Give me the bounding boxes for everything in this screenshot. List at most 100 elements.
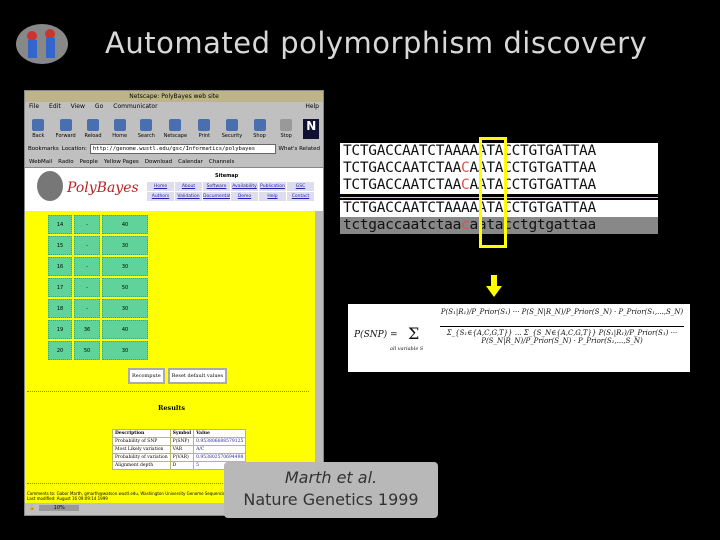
parameter-row: 19 36 40 xyxy=(48,320,148,339)
dropdown-b[interactable]: 40 xyxy=(102,215,148,234)
home-button[interactable]: Home xyxy=(110,119,129,139)
reset-defaults-button[interactable]: Reset default values xyxy=(167,368,228,384)
bookmarks-button[interactable]: Bookmarks xyxy=(28,146,59,152)
table-row: Probability of variation P(VAR) 0.95380257… xyxy=(112,453,247,462)
table-row: Probability of SNP P(SNP) 0.95380668857912… xyxy=(112,437,247,446)
print-button[interactable]: Print xyxy=(195,119,214,139)
menu-help[interactable]: Help xyxy=(305,102,323,112)
nav-validation[interactable]: Validation xyxy=(175,192,202,201)
personal-people[interactable]: People xyxy=(80,159,98,165)
dropdown-b[interactable]: 30 xyxy=(102,299,148,318)
nav-contact[interactable]: Contact xyxy=(287,192,314,201)
reload-label: Reload xyxy=(84,133,102,139)
whats-related-button[interactable]: What's Related xyxy=(279,146,320,152)
personal-yellow-pages[interactable]: Yellow Pages xyxy=(104,159,139,165)
parameter-row: 17-50 xyxy=(48,278,148,297)
menu-edit[interactable]: Edit xyxy=(49,102,61,112)
dropdown-a[interactable]: - xyxy=(74,278,100,297)
nav-software[interactable]: Software xyxy=(203,182,230,191)
table-cell: Most Likely variation xyxy=(112,445,171,454)
personal-webmail[interactable]: WebMail xyxy=(29,159,52,165)
netscape-icon xyxy=(169,119,182,131)
nav-availability[interactable]: Availability xyxy=(231,182,258,191)
dropdown-b[interactable]: 50 xyxy=(102,278,148,297)
nav-gsc-contacts[interactable]: GSC Contacts xyxy=(287,182,314,191)
table-cell: Probability of SNP xyxy=(112,437,171,446)
print-icon xyxy=(198,119,211,131)
personal-channels[interactable]: Channels xyxy=(209,159,234,165)
formula-denominator: Σ_{S₁∈{A,C,G,T}} ... Σ_{S_N∈{A,C,G,T}} P… xyxy=(446,329,678,345)
seq-pre: TCTGACCAATCTAA xyxy=(343,177,462,193)
search-button[interactable]: Search xyxy=(137,119,156,139)
nav-toolbar: Back Forward Reload Home Search Netscape… xyxy=(25,112,323,142)
url-input[interactable]: http://genome.wustl.edu/gsc/Informatics/… xyxy=(89,144,276,154)
personal-toolbar: WebMail Radio People Yellow Pages Downlo… xyxy=(25,156,323,168)
home-icon xyxy=(113,119,126,131)
citation-note: Marth et al. Nature Genetics 1999 xyxy=(224,462,438,518)
dropdown-b[interactable]: 30 xyxy=(102,257,148,276)
row-number: 17 xyxy=(48,278,72,297)
shop-button[interactable]: Shop xyxy=(250,119,269,139)
reload-icon xyxy=(87,119,100,131)
table-cell: Description xyxy=(112,429,171,438)
nav-home[interactable]: Home xyxy=(147,182,174,191)
dropdown-a[interactable]: - xyxy=(74,299,100,318)
nav-demo[interactable]: Demo xyxy=(231,192,258,201)
page-content: Recompute Reset default values Results D… xyxy=(25,211,323,491)
row-number: 19 xyxy=(48,320,72,339)
row-number: 18 xyxy=(48,299,72,318)
dropdown-b[interactable]: 40 xyxy=(102,320,148,339)
reload-button[interactable]: Reload xyxy=(84,119,103,139)
security-button[interactable]: Security xyxy=(221,119,243,139)
netscape-label: Netscape xyxy=(163,133,188,139)
menu-view[interactable]: View xyxy=(71,102,85,112)
snp-highlight-box xyxy=(479,137,507,248)
back-button[interactable]: Back xyxy=(29,119,48,139)
down-arrow-icon xyxy=(486,275,502,297)
dropdown-a[interactable]: - xyxy=(74,257,100,276)
parameter-row: 14-40 xyxy=(48,215,148,234)
netscape-button[interactable]: Netscape xyxy=(164,119,187,139)
dropdown-b[interactable]: 30 xyxy=(102,341,148,360)
row-number: 16 xyxy=(48,257,72,276)
nav-authors[interactable]: Authors xyxy=(147,192,174,201)
nav-publication[interactable]: Publication xyxy=(259,182,286,191)
recompute-button[interactable]: Recompute xyxy=(128,368,165,384)
parameter-row: 15-30 xyxy=(48,236,148,255)
menu-file[interactable]: File xyxy=(29,102,39,112)
back-icon xyxy=(32,119,45,131)
table-cell: D xyxy=(169,461,195,470)
seq-pre: TCTGACCAATCTAA xyxy=(343,160,462,176)
snp-probability-formula: P(SNP) = Σ all variable S P(S₁|R₁)/P_Pri… xyxy=(348,304,690,372)
table-cell: Alignment depth xyxy=(112,461,171,470)
nav-about[interactable]: About xyxy=(175,182,202,191)
parameter-row: 16-30 xyxy=(48,257,148,276)
personal-radio[interactable]: Radio xyxy=(58,159,73,165)
seq-pre: TCTGACCAATCTAA xyxy=(343,200,462,216)
stop-icon xyxy=(280,119,293,131)
print-label: Print xyxy=(198,133,211,139)
row-number: 20 xyxy=(48,341,72,360)
table-cell: Value xyxy=(193,429,247,438)
menu-communicator[interactable]: Communicator xyxy=(113,102,157,112)
personal-calendar[interactable]: Calendar xyxy=(178,159,203,165)
menu-go[interactable]: Go xyxy=(95,102,103,112)
table-cell: VAR xyxy=(169,445,195,454)
parameter-row: 18-30 xyxy=(48,299,148,318)
dropdown-b[interactable]: 30 xyxy=(102,236,148,255)
location-label: Location: xyxy=(61,146,87,152)
stop-button[interactable]: Stop xyxy=(277,119,296,139)
nav-help[interactable]: Help xyxy=(259,192,286,201)
nav-documentation[interactable]: Documentation xyxy=(203,192,230,201)
polybayes-logo: PolyBayes xyxy=(67,180,139,196)
forward-button[interactable]: Forward xyxy=(56,119,76,139)
dropdown-a[interactable]: - xyxy=(74,215,100,234)
security-label: Security xyxy=(221,133,243,139)
dropdown-a[interactable]: 50 xyxy=(74,341,100,360)
table-cell: Probability of variation xyxy=(112,453,171,462)
personal-download[interactable]: Download xyxy=(145,159,172,165)
dropdown-a[interactable]: 36 xyxy=(74,320,100,339)
site-header: PolyBayes Sitemap Home About Software Av… xyxy=(25,168,323,211)
dropdown-a[interactable]: - xyxy=(74,236,100,255)
table-cell: A/C xyxy=(193,445,247,454)
